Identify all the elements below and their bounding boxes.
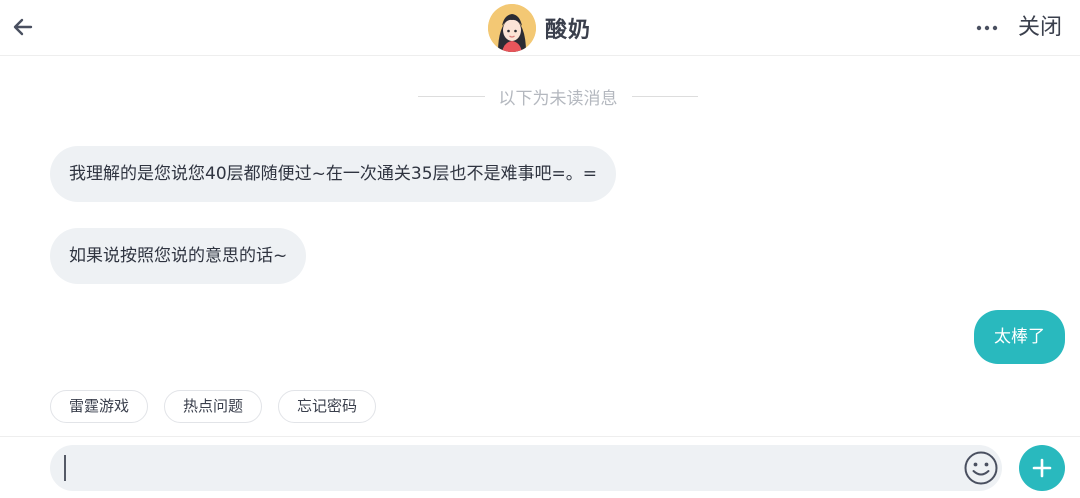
chat-header: 酸奶 关闭 <box>0 0 1080 56</box>
unread-divider: 以下为未读消息 <box>418 84 698 109</box>
quick-reply-chip[interactable]: 热点问题 <box>164 390 263 423</box>
outgoing-message: 太棒了 <box>974 310 1065 364</box>
more-dots-icon <box>976 25 998 31</box>
back-button[interactable] <box>8 12 38 42</box>
chat-title-group: 酸奶 <box>488 4 591 52</box>
chat-title: 酸奶 <box>545 18 592 43</box>
quick-reply-chip[interactable]: 雷霆游戏 <box>50 390 149 423</box>
more-options-button[interactable] <box>972 14 1002 42</box>
plus-icon <box>1032 458 1052 478</box>
quick-reply-chip[interactable]: 忘记密码 <box>278 390 377 423</box>
divider-line-right <box>631 95 698 97</box>
emoji-button[interactable] <box>963 450 999 486</box>
input-bar <box>0 436 1080 498</box>
divider-line-left <box>418 95 485 97</box>
incoming-message: 如果说按照您说的意思的话~ <box>50 228 307 284</box>
unread-divider-text: 以下为未读消息 <box>498 88 618 109</box>
incoming-message: 我理解的是您说您40层都随便过~在一次通关35层也不是难事吧=。= <box>50 146 616 202</box>
smiley-icon <box>964 451 998 485</box>
arrow-left-icon <box>13 18 33 36</box>
add-attachment-button[interactable] <box>1019 445 1065 491</box>
text-caret <box>64 455 66 481</box>
close-button[interactable]: 关闭 <box>1018 12 1062 44</box>
message-input[interactable] <box>50 445 1002 491</box>
avatar <box>488 4 536 52</box>
